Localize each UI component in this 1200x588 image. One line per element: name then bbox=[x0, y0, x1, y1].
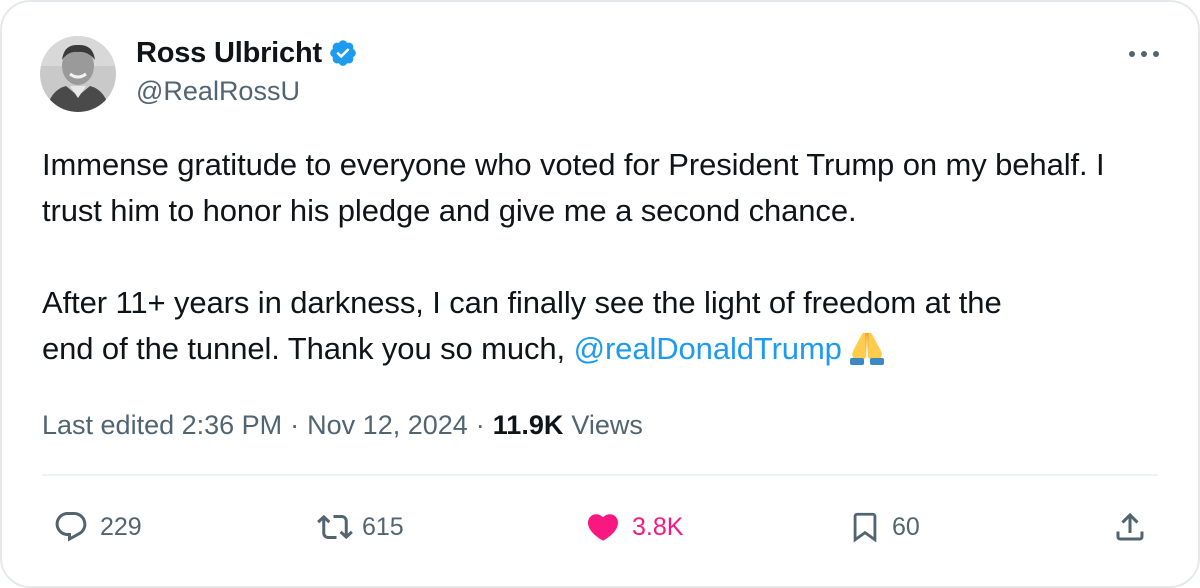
retweet-button[interactable]: 615 bbox=[314, 502, 404, 552]
avatar-photo-icon bbox=[40, 36, 116, 112]
reply-button[interactable]: 229 bbox=[52, 502, 142, 552]
more-options-icon[interactable] bbox=[1124, 42, 1164, 66]
divider bbox=[42, 474, 1158, 476]
retweet-count: 615 bbox=[362, 512, 404, 541]
author-handle[interactable]: @RealRossU bbox=[136, 76, 300, 107]
views-count: 11.9K bbox=[492, 410, 564, 440]
bookmark-count: 60 bbox=[892, 512, 920, 541]
mention-link[interactable]: @realDonaldTrump bbox=[574, 331, 842, 366]
meta-separator: · bbox=[475, 410, 485, 440]
share-icon bbox=[1116, 512, 1144, 541]
share-button[interactable] bbox=[1112, 502, 1148, 552]
tweet-paragraph-2-line-2: end of the tunnel. Thank you so much, bbox=[42, 331, 574, 366]
heart-filled-icon bbox=[587, 514, 619, 541]
author-display-name[interactable]: Ross Ulbricht bbox=[136, 37, 322, 70]
like-button[interactable]: 3.8K bbox=[582, 502, 683, 552]
action-bar: 229 615 3.8K 60 bbox=[2, 502, 1198, 552]
verified-badge-icon bbox=[328, 38, 358, 68]
tweet-card: Ross Ulbricht @RealRossU Immense gratitu… bbox=[0, 0, 1200, 588]
reply-icon bbox=[55, 512, 87, 542]
reply-count: 229 bbox=[100, 512, 142, 541]
tweet-meta: Last edited 2:36 PM · Nov 12, 2024 · 11.… bbox=[42, 410, 643, 441]
tweet-paragraph-1: Immense gratitude to everyone who voted … bbox=[42, 147, 1105, 228]
tweet-paragraph-2-line-1: After 11+ years in darkness, I can final… bbox=[42, 285, 1002, 320]
edited-timestamp[interactable]: Last edited 2:36 PM bbox=[42, 410, 282, 441]
tweet-date[interactable]: Nov 12, 2024 bbox=[307, 410, 468, 441]
meta-separator: · bbox=[290, 410, 300, 440]
bookmark-button[interactable]: 60 bbox=[848, 502, 920, 552]
avatar[interactable] bbox=[40, 36, 116, 112]
folded-hands-emoji-icon bbox=[846, 329, 888, 365]
bookmark-icon bbox=[853, 512, 877, 543]
tweet-text: Immense gratitude to everyone who voted … bbox=[42, 142, 1162, 372]
like-count: 3.8K bbox=[632, 512, 684, 541]
retweet-icon bbox=[317, 514, 353, 540]
author-name-row: Ross Ulbricht bbox=[136, 36, 358, 70]
tweet-paragraph-2: After 11+ years in darkness, I can final… bbox=[42, 280, 1162, 372]
views-label: Views bbox=[571, 410, 643, 440]
